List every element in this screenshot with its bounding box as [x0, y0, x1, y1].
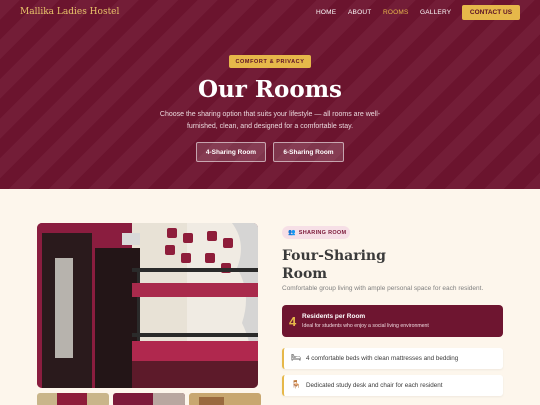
residents-subtitle: Ideal for students who enjoy a social li… [302, 323, 429, 329]
room-description: Comfortable group living with ample pers… [282, 285, 484, 292]
nav-link-about[interactable]: ABOUT [348, 9, 371, 16]
room-title: Four-Sharing Room [282, 248, 386, 282]
section-pill-label: SHARING ROOM [298, 229, 347, 236]
feature-text: 4 comfortable beds with clean mattresses… [306, 355, 459, 362]
room-photo[interactable] [37, 223, 258, 388]
bed-icon: 🛏 [291, 353, 302, 362]
page-title: Our Rooms [198, 76, 342, 103]
six-sharing-button[interactable]: 6-Sharing Room [273, 142, 344, 162]
hero-section: Mallika Ladies Hostel HOME ABOUT ROOMS G… [0, 0, 540, 189]
desk-chair-icon: 🪑 [291, 380, 301, 389]
residents-count: 4 [289, 314, 297, 329]
gallery-thumbnail[interactable] [37, 393, 109, 405]
nav-link-rooms[interactable]: ROOMS [383, 9, 409, 16]
thumbnail-image [113, 393, 185, 405]
nav-link-home[interactable]: HOME [316, 9, 336, 16]
people-icon: 👥 [288, 230, 296, 236]
gallery-thumbnail[interactable] [113, 393, 185, 405]
brand-logo[interactable]: Mallika Ladies Hostel [20, 7, 119, 17]
feature-item: 🪑 Dedicated study desk and chair for eac… [282, 375, 503, 396]
section-pill: 👥 SHARING ROOM [282, 226, 350, 239]
feature-text: Dedicated study desk and chair for each … [306, 382, 443, 389]
nav-link-gallery[interactable]: GALLERY [420, 9, 451, 16]
residents-card: 4 Residents per Room Ideal for students … [282, 305, 503, 337]
contact-us-button[interactable]: CONTACT US [462, 5, 520, 20]
thumbnail-image [189, 393, 261, 405]
residents-title: Residents per Room [302, 313, 366, 320]
room-photo-illustration [37, 223, 258, 388]
four-sharing-button[interactable]: 4-Sharing Room [196, 142, 266, 162]
gallery-thumbnail[interactable] [189, 393, 261, 405]
thumbnail-image [37, 393, 109, 405]
hero-badge: COMFORT & PRIVACY [229, 55, 311, 68]
navbar: Mallika Ladies Hostel HOME ABOUT ROOMS G… [0, 0, 540, 26]
hero-description: Choose the sharing option that suits you… [159, 111, 381, 130]
feature-item: 🛏 4 comfortable beds with clean mattress… [282, 348, 503, 369]
